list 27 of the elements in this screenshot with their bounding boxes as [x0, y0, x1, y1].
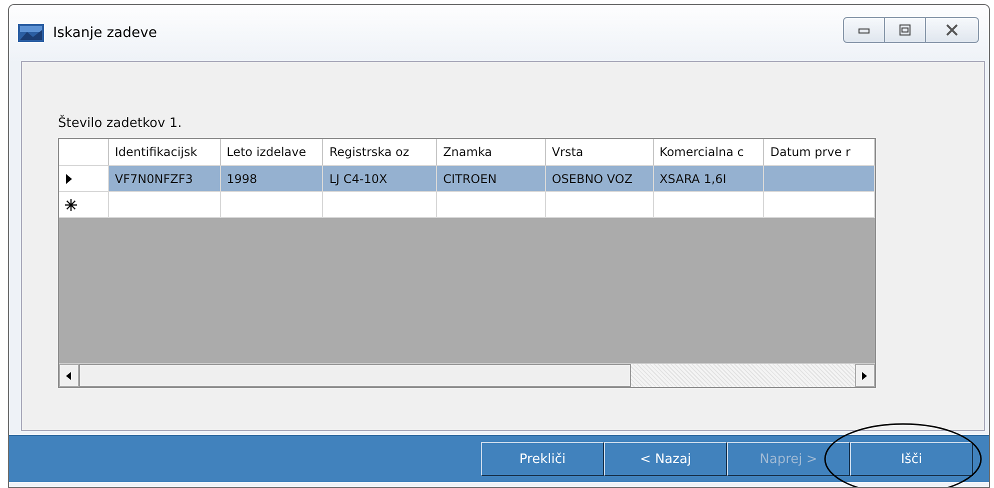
scrollbar-thumb[interactable] — [79, 364, 631, 387]
table-cell: OSEBNO VOZ — [546, 166, 654, 192]
result-count: Število zadetkov 1. — [58, 116, 183, 131]
new-row-icon — [65, 198, 77, 210]
minimize-icon — [858, 26, 870, 34]
left-arrow-icon — [66, 372, 72, 380]
table-cell: 1998 — [220, 166, 324, 192]
close-button[interactable] — [926, 17, 979, 43]
current-row-icon — [65, 174, 73, 184]
table-cell: LJ C4-10X — [323, 166, 438, 192]
maximize-icon — [899, 24, 911, 36]
window-title: Iskanje zadeve — [53, 25, 158, 41]
table-cell: XSARA 1,6I — [654, 166, 764, 192]
scroll-right-button[interactable] — [855, 364, 875, 387]
app-icon — [17, 22, 45, 44]
minimize-button[interactable] — [843, 17, 885, 43]
table-cell: CITROEN — [437, 166, 546, 192]
row-header[interactable] — [59, 192, 109, 218]
scroll-left-button[interactable] — [59, 364, 79, 387]
cancel-button[interactable]: Prekliči — [481, 442, 604, 476]
maximize-button[interactable] — [885, 17, 926, 43]
right-arrow-icon — [862, 372, 868, 380]
back-button[interactable]: < Nazaj — [604, 442, 727, 476]
table-cell: VF7N0NFZF3 — [108, 166, 221, 192]
close-icon — [945, 24, 959, 36]
search-button[interactable]: Išči — [850, 442, 973, 476]
table-row[interactable]: VF7N0NFZF3 1998 LJ C4-10X CITROEN OSEBNO VOZ XSARA 1,6I — [59, 166, 875, 192]
